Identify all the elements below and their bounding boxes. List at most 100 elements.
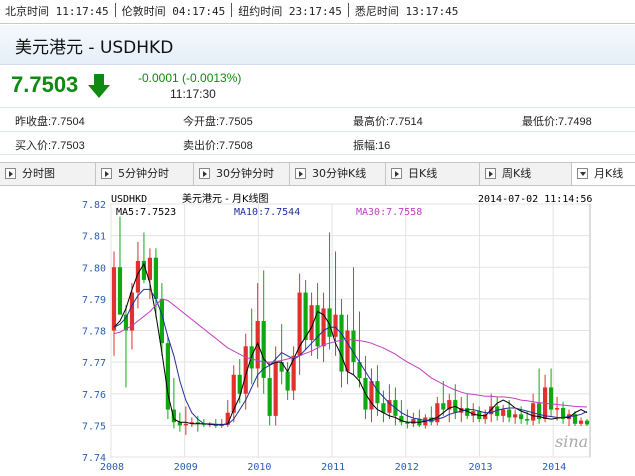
- tab-monthly-kline[interactable]: 月K线: [572, 163, 635, 185]
- low-price: 最低价:7.7498: [522, 116, 592, 128]
- tab-label: 日K线: [408, 167, 438, 180]
- x-axis-ticks: 2008 2009 2010 2011 2012 2013 2014: [100, 462, 566, 473]
- candle-body: [351, 330, 356, 363]
- candle-body: [183, 423, 188, 426]
- tab-30min-intraday[interactable]: 30分钟分时: [194, 163, 290, 185]
- candle-body: [339, 314, 344, 372]
- play-icon: [5, 168, 16, 179]
- bid-price: 买入价:7.7503: [15, 140, 85, 152]
- tab-label: 5分钟分时: [118, 167, 169, 180]
- x-tick-label: 2010: [247, 462, 271, 473]
- candle-body: [548, 387, 554, 410]
- page-title: 美元港元 - USDHKD: [15, 38, 174, 58]
- divider: [114, 3, 116, 17]
- tab-label: 30分钟分时: [216, 167, 274, 180]
- ask-price: 卖出价:7.7508: [183, 140, 253, 152]
- candle-series: [111, 216, 590, 435]
- candle-body: [279, 362, 284, 372]
- sina-watermark: sina: [555, 432, 589, 451]
- clock-london: 伦敦时间 04:17:45: [121, 5, 226, 18]
- open-price: 今开盘:7.7505: [183, 116, 253, 128]
- candle-body: [333, 314, 338, 337]
- candle-body: [554, 407, 560, 410]
- y-tick-label: 7.82: [82, 200, 106, 211]
- candle-body: [285, 371, 290, 391]
- candle-body: [153, 257, 159, 299]
- candle-body: [111, 267, 117, 331]
- candle-body: [381, 403, 386, 413]
- y-tick-label: 7.75: [82, 421, 106, 432]
- candle-body: [273, 362, 278, 416]
- candle-body: [525, 419, 530, 421]
- candle-body: [117, 267, 123, 315]
- tab-label: 30分钟K线: [312, 167, 367, 180]
- clock-newyork: 纽约时间 23:17:45: [238, 5, 342, 18]
- candle-body: [584, 420, 590, 425]
- play-icon: [199, 168, 210, 179]
- last-price: 7.7503: [11, 72, 79, 97]
- candle-body: [513, 414, 518, 418]
- candle-body: [441, 403, 446, 410]
- tab-5min-intraday[interactable]: 5分钟分时: [96, 163, 194, 185]
- stats-row: 昨收盘:7.7504 今开盘:7.7505 最高价:7.7514 最低价:7.7…: [0, 107, 635, 131]
- price-quote: 7.7503 -0.0001 (-0.0013%) 11:17:30: [0, 65, 635, 107]
- chart-symbol: USDHKD: [111, 194, 147, 205]
- price-change: -0.0001 (-0.0013%): [138, 71, 242, 85]
- tab-label: 周K线: [502, 167, 532, 180]
- y-tick-label: 7.81: [82, 232, 106, 243]
- play-icon: [391, 168, 402, 179]
- monthly-kline-chart: 7.82 7.81 7.80 7.79 7.78 7.77 7.76 7.75 7.74 200…: [0, 187, 635, 476]
- x-tick-label: 2011: [321, 462, 345, 473]
- clock-beijing: 北京时间 11:17:45: [5, 5, 109, 18]
- kline-svg: 7.827.817.807.797.787.777.767.757.74 200…: [82, 192, 592, 473]
- candle-body: [507, 409, 512, 418]
- tab-label: 月K线: [594, 167, 624, 180]
- x-tick-label: 2013: [468, 462, 492, 473]
- amplitude: 振幅:16: [353, 140, 391, 152]
- prev-close: 昨收盘:7.7504: [15, 116, 85, 128]
- play-icon: [101, 168, 112, 179]
- candle-body: [519, 414, 524, 420]
- y-tick-label: 7.79: [82, 295, 106, 306]
- y-tick-label: 7.77: [82, 358, 106, 369]
- clock-sydney: 悉尼时间 13:17:45: [354, 5, 459, 18]
- divider: [347, 3, 349, 17]
- divider: [231, 3, 233, 17]
- stats-row: 买入价:7.7503 卖出价:7.7508 振幅:16: [0, 131, 635, 155]
- quote-stats: 昨收盘:7.7504 今开盘:7.7505 最高价:7.7514 最低价:7.7…: [0, 107, 635, 157]
- y-tick-label: 7.78: [82, 327, 106, 338]
- play-icon: [485, 168, 496, 179]
- ma30-label: MA30:7.7558: [356, 207, 422, 218]
- x-tick-label: 2008: [100, 462, 124, 473]
- chart-period-tabs: 分时图 5分钟分时 30分钟分时 30分钟K线 日K线 周K线 月K线: [0, 162, 635, 186]
- tab-weekly-kline[interactable]: 周K线: [480, 163, 572, 185]
- tab-30min-kline[interactable]: 30分钟K线: [290, 163, 386, 185]
- high-price: 最高价:7.7514: [353, 116, 423, 128]
- candle-body: [411, 419, 416, 424]
- chart-title: 美元港元 - 月K线图: [182, 192, 269, 205]
- x-tick-label: 2009: [174, 462, 198, 473]
- candle-body: [303, 292, 308, 340]
- tab-daily-kline[interactable]: 日K线: [386, 163, 480, 185]
- candle-body: [345, 330, 350, 372]
- x-tick-label: 2012: [395, 462, 419, 473]
- y-tick-label: 7.76: [82, 390, 106, 401]
- candle-body: [501, 409, 506, 416]
- ma10-label: MA10:7.7544: [234, 207, 300, 218]
- tab-intraday[interactable]: 分时图: [0, 163, 96, 185]
- candle-body: [147, 257, 153, 280]
- quote-header: 美元港元 - USDHKD: [0, 25, 635, 65]
- quote-time: 11:17:30: [170, 87, 216, 101]
- candle-body: [578, 420, 584, 424]
- y-tick-label: 7.80: [82, 263, 106, 274]
- down-arrow-icon: [88, 74, 110, 98]
- y-axis-ticks: 7.827.817.807.797.787.777.767.757.74: [82, 200, 106, 464]
- chart-datetime: 2014-07-02 11:14:56: [478, 194, 592, 205]
- world-clock-bar: 北京时间 11:17:45 伦敦时间 04:17:45 纽约时间 23:17:45 悉…: [0, 0, 635, 24]
- play-icon: [295, 168, 306, 179]
- ma5-label: MA5:7.7523: [116, 207, 176, 218]
- tab-label: 分时图: [22, 167, 55, 180]
- chart-grid: [110, 203, 591, 458]
- x-tick-label: 2014: [542, 462, 566, 473]
- chevron-down-icon: [577, 168, 588, 179]
